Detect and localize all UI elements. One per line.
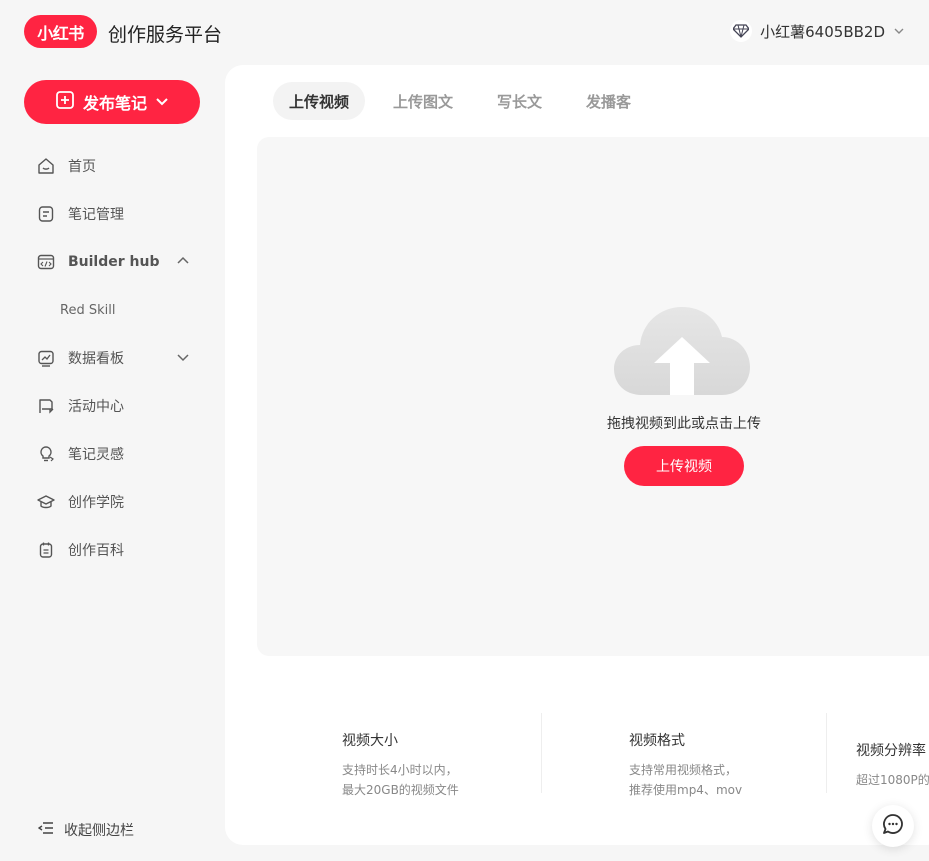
tab-long-article[interactable]: 写长文	[481, 82, 558, 120]
sidebar-item-note-management[interactable]: 笔记管理	[24, 190, 200, 238]
info-title: 视频格式	[629, 733, 685, 749]
customer-service-button[interactable]	[872, 805, 914, 847]
collapse-icon	[37, 821, 54, 839]
code-icon	[36, 252, 56, 272]
info-desc-line: 推荐使用mp4、mov	[629, 783, 743, 797]
bulb-icon	[36, 444, 56, 464]
sidebar-item-creator-academy[interactable]: 创作学院	[24, 478, 200, 526]
collapse-sidebar-button[interactable]: 收起侧边栏	[37, 820, 134, 840]
info-desc-line: 最大20GB的视频文件	[342, 783, 459, 797]
diamond-icon	[730, 20, 753, 42]
chevron-down-icon	[176, 350, 190, 368]
book-icon	[36, 540, 56, 560]
platform-title: 创作服务平台	[108, 24, 223, 46]
info-desc-line: 超过1080P的视	[856, 773, 929, 787]
cloud-upload-icon	[612, 305, 752, 401]
sidebar-item-red-skill[interactable]: Red Skill	[24, 286, 200, 334]
home-icon	[36, 156, 56, 176]
chat-icon	[882, 813, 904, 839]
chevron-down-icon	[893, 22, 905, 41]
sidebar-item-label: 首页	[68, 159, 96, 175]
chart-icon	[36, 348, 56, 368]
info-desc-line: 支持时长4小时以内，	[342, 763, 458, 777]
sidebar-item-note-inspiration[interactable]: 笔记灵感	[24, 430, 200, 478]
info-title: 视频大小	[342, 733, 398, 749]
chevron-down-icon	[155, 93, 169, 112]
sidebar-item-label: 创作百科	[68, 543, 124, 559]
main-panel: 上传视频 上传图文 写长文 发播客 拖拽视频到此或点击上传 上传视频 视频大小 …	[225, 65, 929, 845]
note-icon	[36, 204, 56, 224]
user-name: 小红薯6405BB2D	[760, 22, 885, 41]
sidebar-item-creator-wiki[interactable]: 创作百科	[24, 526, 200, 574]
sidebar-nav: 首页 笔记管理 Builder hub Red Skill 数据看板 活动中心 …	[24, 142, 200, 574]
publish-note-label: 发布笔记	[82, 94, 147, 113]
info-video-size: 视频大小 支持时长4小时以内， 最大20GB的视频文件	[342, 730, 459, 800]
upload-drop-zone[interactable]: 拖拽视频到此或点击上传 上传视频	[257, 137, 929, 656]
publish-note-button[interactable]: 发布笔记	[24, 80, 200, 124]
tab-podcast[interactable]: 发播客	[570, 82, 647, 120]
xiaohongshu-logo[interactable]: 小红书	[24, 15, 97, 48]
sidebar-item-label: 活动中心	[68, 399, 124, 415]
info-video-resolution: 视频分辨率 超过1080P的视	[856, 740, 929, 790]
sidebar-item-label: Builder hub	[68, 254, 160, 270]
sidebar-item-builder-hub[interactable]: Builder hub	[24, 238, 200, 286]
top-header: 小红书 创作服务平台 小红薯6405BB2D	[0, 0, 929, 64]
info-video-format: 视频格式 支持常用视频格式， 推荐使用mp4、mov	[629, 730, 742, 800]
collapse-sidebar-label: 收起侧边栏	[64, 823, 134, 839]
sidebar-item-data-board[interactable]: 数据看板	[24, 334, 200, 382]
info-desc-line: 支持常用视频格式，	[629, 763, 738, 777]
user-menu[interactable]: 小红薯6405BB2D	[730, 20, 905, 42]
tab-upload-video[interactable]: 上传视频	[273, 82, 366, 120]
sidebar-item-label: 笔记管理	[68, 207, 124, 223]
chevron-up-icon	[176, 254, 190, 272]
tab-upload-image[interactable]: 上传图文	[377, 82, 469, 120]
plus-square-icon	[55, 90, 75, 114]
flag-icon	[36, 396, 56, 416]
sidebar-item-activity-center[interactable]: 活动中心	[24, 382, 200, 430]
sidebar-item-home[interactable]: 首页	[24, 142, 200, 190]
drop-hint-text: 拖拽视频到此或点击上传	[607, 416, 761, 432]
publish-tabs: 上传视频 上传图文 写长文 发播客	[273, 82, 647, 120]
info-divider	[541, 713, 542, 793]
info-divider	[826, 713, 827, 793]
graduation-icon	[36, 492, 56, 512]
sidebar-item-label: 创作学院	[68, 495, 124, 511]
info-title: 视频分辨率	[856, 743, 926, 759]
sidebar-item-label: 笔记灵感	[68, 447, 124, 463]
upload-video-button[interactable]: 上传视频	[624, 446, 744, 486]
sidebar-item-label: 数据看板	[68, 351, 124, 367]
